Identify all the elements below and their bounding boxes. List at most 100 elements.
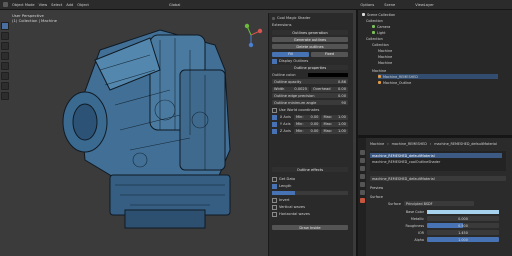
outliner-item[interactable]: Collection [366,18,383,23]
z-axis-max-field[interactable]: Max: 1.00 [321,128,348,134]
annotate-tool[interactable] [1,82,9,90]
menu-object[interactable]: Object [77,3,89,7]
menu-add[interactable]: Add [66,3,73,7]
outline-generation-header[interactable]: Outlines generation [272,30,348,35]
fill-mode-row: Fill Fixed [272,51,348,57]
machine-model [62,29,231,229]
x-axis-row: X Axis Min: 0.00 Max: 1.00 [272,114,348,120]
camera-icon [372,25,375,28]
properties-tabs [358,138,366,256]
y-axis-min-field[interactable]: Min: 0.00 [293,121,321,127]
z-axis-min-field[interactable]: Min: 0.00 [293,128,321,134]
transform-orientation-dropdown[interactable]: Global [169,3,180,7]
y-axis-max-field[interactable]: Max: 1.00 [321,121,348,127]
outline-color-swatch[interactable] [308,73,348,77]
move-tool[interactable] [1,42,9,50]
surface-shader-dropdown[interactable]: Principled BSDF [403,201,474,206]
vertical-waves-checkbox[interactable]: Vertical waves [272,204,305,210]
options-dropdown[interactable]: Options [360,3,374,7]
ior-row: IOR 1.450 [378,230,502,235]
outline-properties-header[interactable]: Outline properties [272,65,348,70]
outline-effects-header[interactable]: Outline effects [272,167,348,172]
metallic-field[interactable]: 0.000 [427,216,499,221]
preview-panel-header[interactable]: Preview [370,185,383,190]
view-layer-selector[interactable]: ViewLayer [415,3,434,7]
addon-icon [272,16,275,20]
tool-tab-icon[interactable] [359,150,365,155]
outliner-item[interactable]: Machine [372,68,386,73]
menu-select[interactable]: Select [51,3,62,7]
data-tab-icon[interactable] [359,190,365,195]
editor-type-icon[interactable] [3,2,8,7]
outliner-item[interactable]: Machine_Outline [378,80,411,85]
minimum-angle-field[interactable]: Outline minimum angle 90 [272,100,348,105]
generate-outlines-button[interactable]: Generate outlines [272,37,348,42]
outliner-item[interactable]: Collection [366,36,383,41]
object-mode-dropdown[interactable]: Object Mode [12,3,35,7]
x-axis-min-field[interactable]: Min: 0.00 [293,114,321,120]
sidebar-panel: Cool Magic Shader Extensions Outlines ge… [268,13,353,256]
roughness-field[interactable]: 0.500 [427,223,499,228]
fill-button[interactable]: Fill [272,51,309,57]
material-selector[interactable]: machine_REMESHED_defaultMaterial [370,176,506,181]
edge-precision-field[interactable]: Outline edge precision 0.00 [272,93,348,98]
select-box-tool[interactable] [1,22,9,30]
delete-outlines-button[interactable]: Delete outlines [272,44,348,49]
y-axis-row: Y Axis Min: 0.00 Max: 1.00 [272,121,348,127]
modifier-tab-icon[interactable] [359,182,365,187]
navigation-gizmo[interactable] [238,22,264,48]
scene-selector[interactable]: Scene [384,3,395,7]
fixed-button[interactable]: Fixed [311,51,348,57]
display-outlines-checkbox[interactable]: Display Outlines [272,58,308,64]
outliner-scene-collection[interactable]: Scene Collection [362,12,395,17]
outliner-item[interactable]: Machine [378,48,392,53]
base-color-row: Base Color [378,209,502,214]
menu-view[interactable]: View [39,3,48,7]
width-overhead-row: Width 0.0025 Overhead 0.00 [272,86,348,92]
outliner-item-selected[interactable]: Machine_REMESHED [378,74,498,79]
x-axis-checkbox[interactable] [272,114,277,120]
measure-tool[interactable] [1,92,9,100]
output-tab-icon[interactable] [359,166,365,171]
outliner-item[interactable]: Collection [372,42,389,47]
toolbar [1,22,9,100]
overhead-field[interactable]: Overhead 0.00 [311,86,348,92]
length-slider[interactable] [272,190,348,196]
ior-field[interactable]: 1.450 [427,230,499,235]
scale-tool[interactable] [1,62,9,70]
get-data-checkbox[interactable]: Get Data [272,176,295,182]
mesh-icon [378,75,381,78]
width-field[interactable]: Width 0.0025 [272,86,309,92]
render-tab-icon[interactable] [359,158,365,163]
y-axis-checkbox[interactable] [272,121,277,127]
outliner-item-light[interactable]: Light [372,30,385,35]
outliner-item[interactable]: Machine [378,54,392,59]
material-slot[interactable]: machine_REMESHED_coolOutlineShader [372,159,440,164]
transform-tool[interactable] [1,72,9,80]
addon-title: Cool Magic Shader [272,15,310,21]
alpha-field[interactable]: 1.000 [427,237,499,242]
object-tab-icon[interactable] [359,174,365,179]
draw-inside-button[interactable]: Draw Inside [272,225,348,230]
outline-color-row: Outline color: [272,72,348,78]
z-axis-checkbox[interactable] [272,128,277,134]
horizontal-waves-checkbox[interactable]: Horizontal waves [272,211,310,217]
outliner-item-camera[interactable]: Camera [372,24,390,29]
base-color-swatch[interactable] [427,209,499,214]
outline-opacity-field[interactable]: Outline opacity 0.86 [272,79,348,84]
rotate-tool[interactable] [1,52,9,60]
material-tab-icon[interactable] [359,198,365,203]
cursor-tool[interactable] [1,32,9,40]
x-axis-max-field[interactable]: Max: 1.00 [321,114,348,120]
viewport-header: Object Mode View Select Add Object Globa… [0,0,512,10]
surface-panel-header[interactable]: Surface [370,194,383,199]
outliner-item[interactable]: Machine [378,60,392,65]
invert-checkbox[interactable]: Invert [272,197,290,203]
length-checkbox[interactable]: Length [272,183,291,189]
extensions-header[interactable]: Extensions [272,22,292,28]
use-world-coords-checkbox[interactable]: Use World coordinates [272,107,319,113]
z-axis-row: Z Axis Min: 0.00 Max: 1.00 [272,128,348,134]
collection-icon [362,13,365,16]
metallic-row: Metallic 0.000 [378,216,502,221]
material-slot[interactable]: machine_REMESHED_defaultMaterial [370,153,502,158]
